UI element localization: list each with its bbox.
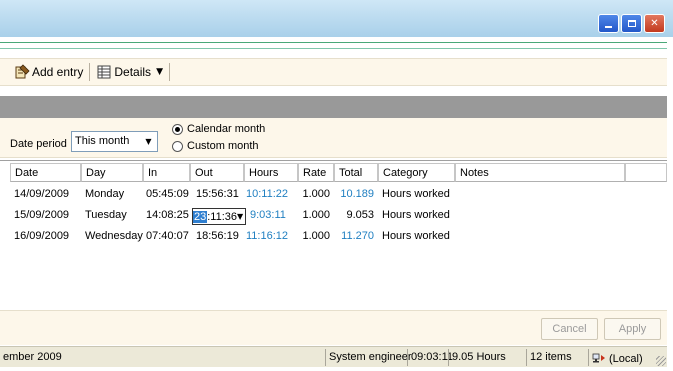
date-period-select[interactable]: This month ▼: [71, 131, 158, 152]
column-header-out[interactable]: Out: [190, 163, 244, 182]
cell-hours: 9:03:11: [250, 209, 286, 221]
column-header-label: Category: [383, 167, 428, 179]
add-entry-label: Add entry: [32, 65, 84, 79]
chevron-down-icon[interactable]: ▼: [141, 133, 156, 150]
cancel-button[interactable]: Cancel: [541, 318, 598, 340]
entries-table: Date Day In Out Hours Rate Total Categor…: [0, 160, 667, 310]
cell-category: Hours worked: [382, 188, 450, 200]
column-header-day[interactable]: Day: [81, 163, 143, 182]
close-icon: ✕: [650, 18, 659, 29]
window-edge: [667, 37, 673, 371]
resize-grip[interactable]: [656, 356, 666, 366]
toolbar-separator: [89, 63, 91, 81]
radio-custom-month[interactable]: Custom month: [172, 140, 259, 152]
radio-checked-icon: [172, 123, 183, 135]
radio-unchecked-icon: [172, 140, 183, 152]
apply-label: Apply: [618, 323, 647, 335]
maximize-icon: [627, 20, 636, 27]
cell-date: 16/09/2009: [14, 230, 70, 242]
cell-out: 15:56:31: [196, 188, 239, 200]
network-icon: [592, 353, 605, 363]
column-header-rate[interactable]: Rate: [298, 163, 334, 182]
details-button[interactable]: Details ▼: [96, 62, 163, 82]
header-band: [0, 96, 667, 118]
status-time: 09:03:11: [407, 349, 453, 366]
cell-total: 10.189: [340, 188, 374, 200]
chevron-down-icon: ▼: [156, 67, 163, 77]
title-bar: ✕: [0, 0, 673, 37]
cancel-label: Cancel: [552, 323, 587, 335]
cell-category: Hours worked: [382, 230, 450, 242]
radio-custom-label: Custom month: [187, 140, 259, 152]
selected-hour-text[interactable]: 23: [193, 210, 208, 223]
status-job: System engineer: [325, 349, 412, 366]
cell-out: 18:56:19: [196, 230, 239, 242]
date-period-value: This month: [75, 135, 130, 147]
details-icon: [97, 65, 111, 79]
add-entry-button[interactable]: Add entry: [14, 62, 83, 82]
apply-button[interactable]: Apply: [604, 318, 661, 340]
minimize-icon: [605, 25, 612, 28]
status-items: 12 items: [526, 349, 588, 366]
status-hours: 9.05 Hours: [448, 349, 526, 366]
maximize-button[interactable]: [621, 14, 642, 33]
radio-calendar-month[interactable]: Calendar month: [172, 123, 265, 135]
column-header-label: Rate: [303, 167, 327, 179]
cell-in: 14:08:25: [146, 209, 189, 221]
column-header-label: Notes: [460, 167, 489, 179]
separator-line: [0, 48, 667, 49]
column-header-label: Out: [195, 167, 213, 179]
out-time-editor[interactable]: 23 :11:36 ▼: [192, 208, 246, 225]
chevron-down-icon[interactable]: ▼: [237, 212, 243, 221]
column-header-total[interactable]: Total: [334, 163, 378, 182]
cell-total: 11.270: [341, 230, 374, 242]
column-header-in[interactable]: In: [143, 163, 190, 182]
cell-hours: 10:11:22: [246, 188, 289, 200]
cell-day: Wednesday: [85, 230, 143, 242]
cell-day: Monday: [85, 188, 125, 200]
column-header-label: Date: [15, 167, 39, 179]
separator-line: [0, 42, 667, 43]
cell-date: 15/09/2009: [14, 209, 70, 221]
cell-date: 14/09/2009: [14, 188, 70, 200]
cell-hours: 11:16:12: [246, 230, 289, 242]
cell-day: Tuesday: [85, 209, 127, 221]
details-label: Details: [114, 65, 152, 79]
column-header-notes[interactable]: Notes: [455, 163, 625, 182]
toolbar-separator: [168, 63, 170, 81]
minimize-button[interactable]: [598, 14, 619, 33]
status-location: (Local): [588, 349, 656, 366]
status-location-label: (Local): [609, 352, 643, 365]
date-period-label: Date period: [10, 138, 67, 150]
column-header-empty: [625, 163, 667, 182]
column-header-label: Hours: [249, 167, 279, 179]
column-header-label: In: [148, 167, 158, 179]
cell-rate: 1.000: [302, 209, 330, 221]
cell-in: 07:40:07: [146, 230, 189, 242]
column-header-hours[interactable]: Hours: [244, 163, 298, 182]
column-header-label: Day: [86, 167, 106, 179]
column-header-date[interactable]: Date: [10, 163, 81, 182]
status-period: ember 2009: [3, 351, 62, 363]
column-header-category[interactable]: Category: [378, 163, 455, 182]
cell-in: 05:45:09: [146, 188, 189, 200]
filter-panel: Date period This month ▼ Calendar month …: [0, 118, 667, 158]
action-bar: Cancel Apply: [0, 310, 667, 345]
radio-calendar-label: Calendar month: [187, 123, 266, 135]
cell-category: Hours worked: [382, 209, 450, 221]
cell-total: 9.053: [346, 209, 374, 221]
cell-rate: 1.000: [302, 230, 330, 242]
column-header-label: Total: [339, 167, 363, 179]
close-button[interactable]: ✕: [644, 14, 665, 33]
window-controls: ✕: [598, 14, 665, 33]
status-bar: ember 2009 System engineer 09:03:11 9.05…: [0, 346, 667, 367]
cell-rate: 1.000: [302, 188, 330, 200]
toolbar: Add entry Details ▼: [0, 58, 667, 86]
add-entry-icon: [15, 64, 30, 79]
edit-time-rest[interactable]: :11:36: [207, 211, 237, 223]
